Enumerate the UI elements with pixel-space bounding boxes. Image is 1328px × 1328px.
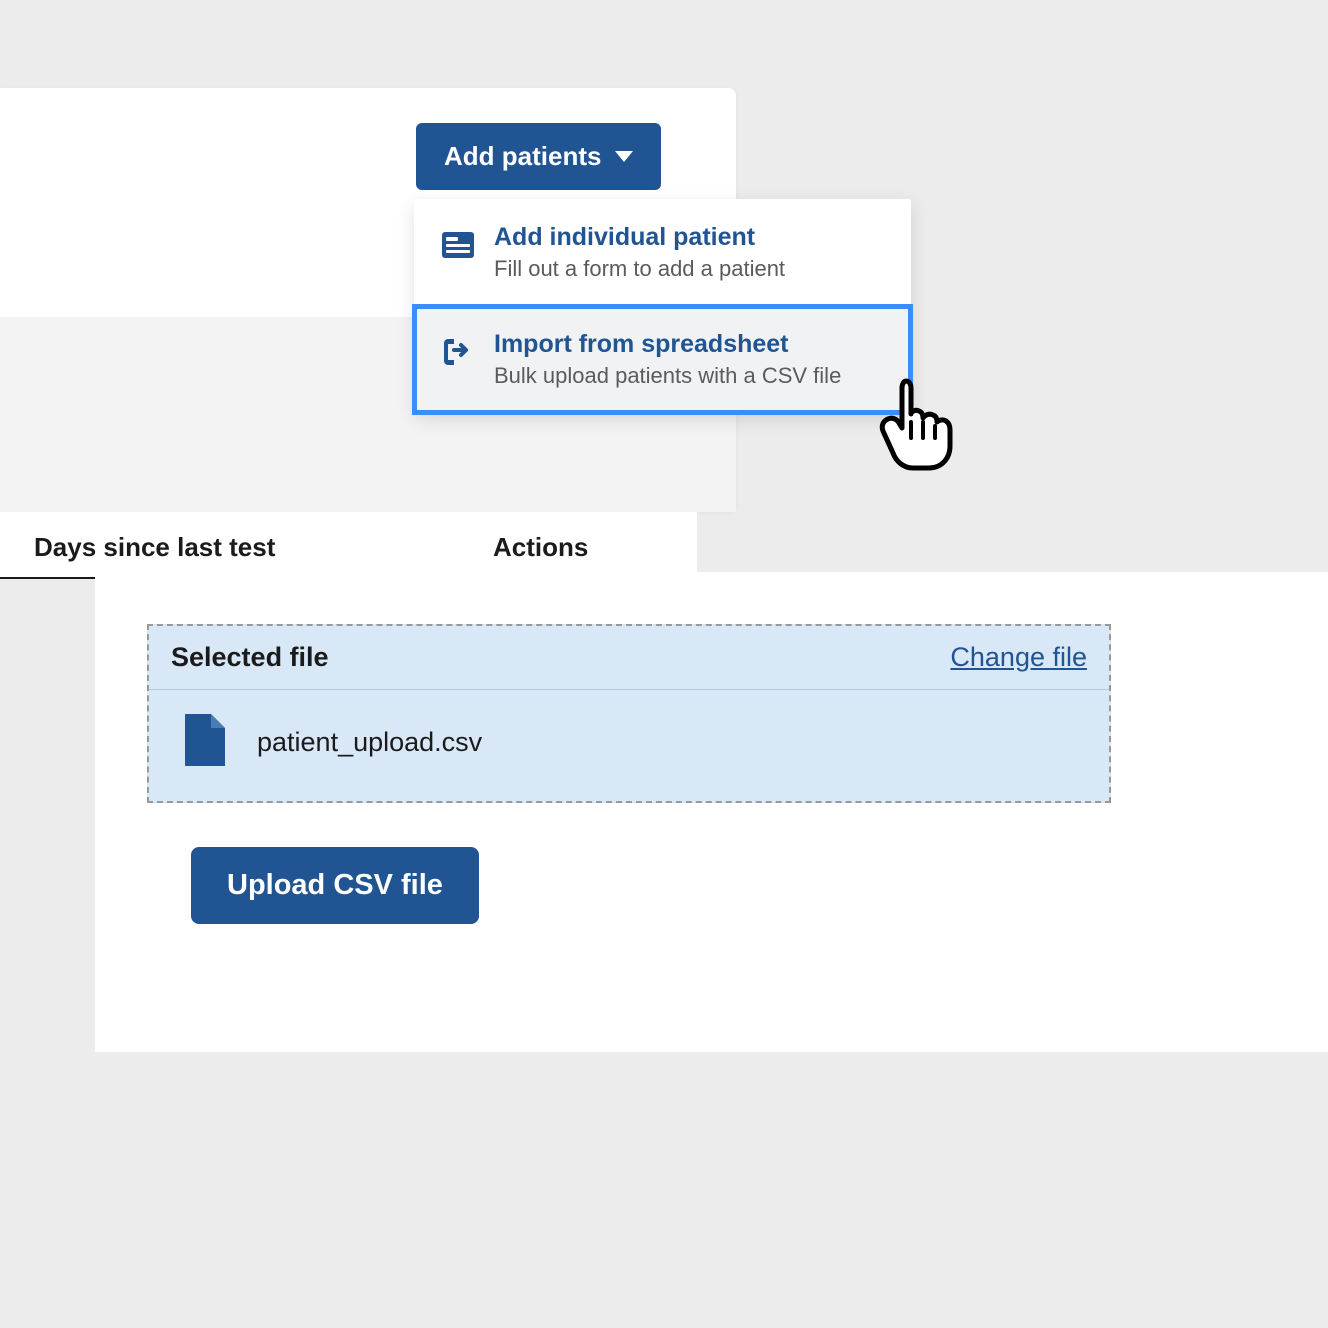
- change-file-link[interactable]: Change file: [950, 642, 1087, 673]
- id-card-icon: [442, 229, 474, 261]
- dropdown-item-import-spreadsheet[interactable]: Import from spreadsheet Bulk upload pati…: [414, 306, 911, 413]
- dropdown-item-title: Add individual patient: [494, 223, 883, 252]
- caret-down-icon: [615, 151, 633, 162]
- column-header-days: Days since last test: [34, 532, 493, 563]
- dropdown-item-add-individual[interactable]: Add individual patient Fill out a form t…: [414, 199, 911, 306]
- dropdown-item-desc: Fill out a form to add a patient: [494, 256, 883, 282]
- dropdown-item-title: Import from spreadsheet: [494, 330, 883, 359]
- selected-file-label: Selected file: [171, 642, 329, 673]
- upload-csv-button[interactable]: Upload CSV file: [191, 847, 479, 924]
- file-row: patient_upload.csv: [149, 690, 1109, 801]
- dropdown-item-desc: Bulk upload patients with a CSV file: [494, 363, 883, 389]
- add-patients-dropdown: Add individual patient Fill out a form t…: [414, 199, 911, 413]
- selected-file-box: Selected file Change file patient_upload…: [147, 624, 1111, 803]
- add-patients-button-label: Add patients: [444, 141, 601, 172]
- table-header-row: Days since last test Actions: [0, 512, 697, 579]
- add-patients-button[interactable]: Add patients: [416, 123, 661, 190]
- file-box-header: Selected file Change file: [149, 626, 1109, 690]
- import-icon: [442, 336, 474, 368]
- filename: patient_upload.csv: [257, 727, 482, 758]
- upload-panel: Selected file Change file patient_upload…: [95, 572, 1328, 1052]
- column-header-actions: Actions: [493, 532, 588, 563]
- file-icon: [183, 712, 227, 773]
